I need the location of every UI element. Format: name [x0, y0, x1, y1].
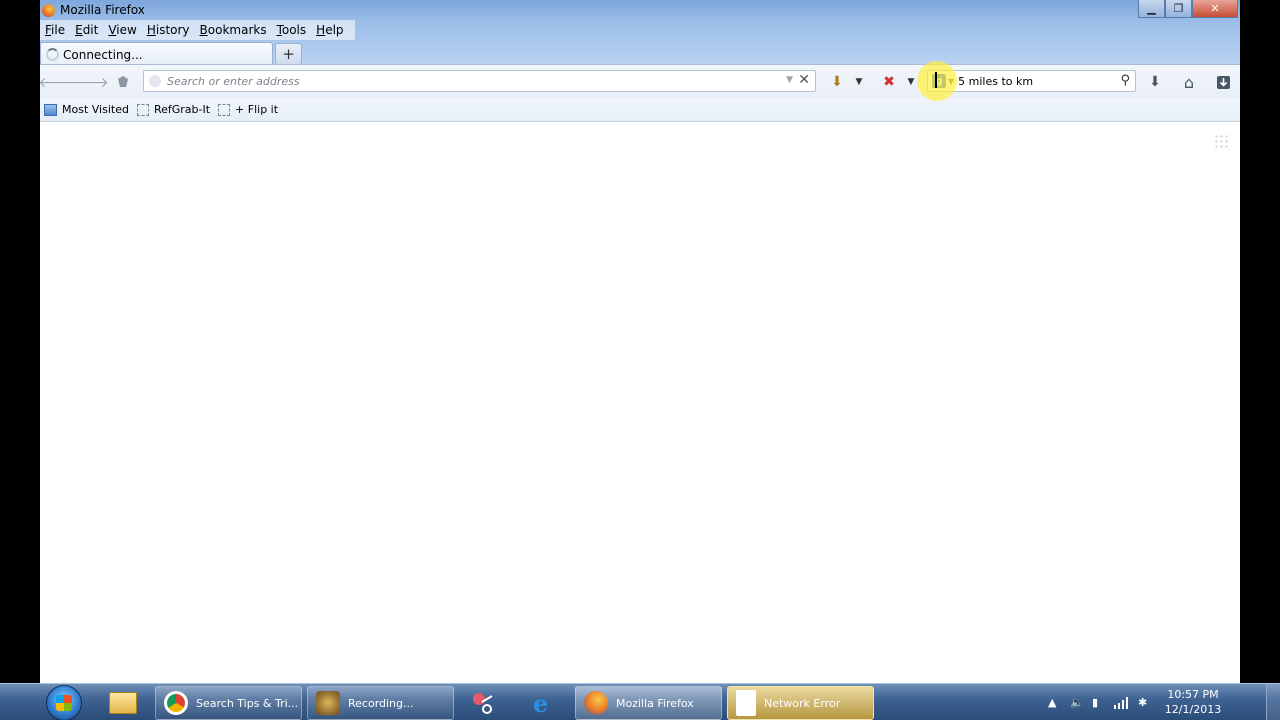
- bookmark-folder-icon: [136, 103, 149, 116]
- history-dropdown-icon[interactable]: ▼: [786, 75, 793, 85]
- firefox-logo-icon: [42, 4, 55, 17]
- menu-help[interactable]: Help: [311, 20, 348, 40]
- new-tab-grid-icon[interactable]: [1214, 134, 1228, 148]
- minimize-button[interactable]: ▁: [1138, 0, 1165, 18]
- cursor-highlight: [917, 61, 957, 101]
- forward-arrow-icon[interactable]: 🡒: [71, 72, 109, 92]
- download-helper-icon[interactable]: ⬇: [826, 72, 848, 92]
- close-button[interactable]: ✕: [1192, 0, 1238, 18]
- taskbar: Search Tips & Tri... Recording... e Mozi…: [0, 683, 1280, 720]
- menu-view[interactable]: View: [103, 20, 141, 40]
- bookmark-most-visited[interactable]: Most Visited: [44, 103, 129, 116]
- tab-label: Connecting...: [63, 47, 143, 62]
- title-bar[interactable]: Mozilla Firefox ▁ ❐ ✕ File Edit View His…: [40, 0, 1240, 66]
- scissors-icon: [473, 693, 493, 714]
- loading-spinner-icon: [46, 48, 59, 61]
- identity-icon[interactable]: [112, 72, 134, 92]
- show-hidden-icons[interactable]: ▲: [1048, 684, 1056, 720]
- download-helper-dropdown-icon[interactable]: ▼: [848, 72, 870, 92]
- internet-explorer-pin[interactable]: e: [522, 687, 562, 719]
- menu-history[interactable]: History: [142, 20, 195, 40]
- task-label: Recording...: [348, 696, 414, 710]
- menu-edit[interactable]: Edit: [70, 20, 103, 40]
- task-firefox[interactable]: Mozilla Firefox: [575, 686, 722, 720]
- tab-strip: Connecting... +: [40, 42, 302, 66]
- task-label: Network Error: [764, 696, 841, 710]
- bookmark-flip-it[interactable]: + Flip it: [218, 103, 278, 116]
- url-input[interactable]: [167, 74, 767, 88]
- task-label: Search Tips & Tri...: [196, 696, 299, 710]
- site-identity-icon: [149, 75, 161, 87]
- folder-icon: [109, 692, 137, 714]
- desktop: Mozilla Firefox ▁ ❐ ✕ File Edit View His…: [0, 0, 1280, 720]
- search-bar[interactable]: g ▼ ⚲: [927, 70, 1136, 92]
- task-chrome[interactable]: Search Tips & Tri...: [155, 686, 302, 720]
- downloads-box-icon[interactable]: [1212, 72, 1234, 92]
- power-icon[interactable]: ▮: [1092, 684, 1098, 720]
- menu-bookmarks[interactable]: Bookmarks: [195, 20, 272, 40]
- clock-time: 10:57 PM: [1167, 688, 1219, 701]
- address-bar[interactable]: ▼ ✕: [143, 70, 816, 92]
- task-recording[interactable]: Recording...: [307, 686, 454, 720]
- windows-logo-icon: [56, 695, 72, 711]
- firefox-window: Mozilla Firefox ▁ ❐ ✕ File Edit View His…: [40, 0, 1240, 683]
- tab-connecting[interactable]: Connecting...: [40, 42, 273, 66]
- document-icon: [736, 690, 756, 716]
- navigation-toolbar: 🡐 🡒 ▼ ✕ ⬇ ▼ ✖ ▼ g ▼ ⚲ ⬇ ⌂: [40, 64, 1240, 98]
- search-magnifier-icon[interactable]: ⚲: [1120, 73, 1130, 88]
- volume-icon[interactable]: 🔈: [1070, 684, 1084, 720]
- dropbox-icon[interactable]: ✱: [1138, 684, 1147, 720]
- explorer-pin[interactable]: [103, 687, 143, 719]
- svg-text:e: e: [533, 690, 548, 716]
- bookmark-folder-icon: [218, 103, 231, 116]
- search-input[interactable]: [958, 74, 1109, 88]
- chrome-icon: [164, 691, 188, 715]
- bookmark-label: RefGrab-It: [153, 103, 211, 116]
- task-label: Mozilla Firefox: [616, 696, 694, 710]
- bookmarks-toolbar: Most Visited RefGrab-It + Flip it: [40, 98, 1240, 122]
- home-icon[interactable]: ⌂: [1178, 72, 1200, 92]
- text-cursor-icon: [935, 72, 937, 88]
- clock-date: 12/1/2013: [1164, 703, 1222, 716]
- bookmark-refgrab-it[interactable]: RefGrab-It: [136, 103, 211, 116]
- recording-icon: [316, 691, 340, 715]
- page-content[interactable]: [40, 122, 1240, 683]
- firefox-icon: [584, 691, 608, 715]
- window-controls: ▁ ❐ ✕: [1138, 0, 1238, 18]
- addon-disabled-icon[interactable]: ✖: [878, 72, 900, 92]
- task-network-error[interactable]: Network Error: [727, 686, 874, 720]
- bookmark-label: + Flip it: [235, 103, 279, 116]
- menu-file[interactable]: File: [40, 20, 70, 40]
- bookmark-label: Most Visited: [62, 103, 129, 116]
- downloads-arrow-icon[interactable]: ⬇: [1144, 72, 1166, 92]
- most-visited-icon: [44, 103, 57, 116]
- maximize-button[interactable]: ❐: [1165, 0, 1192, 18]
- network-icon[interactable]: [1114, 684, 1128, 720]
- snipping-tool-pin[interactable]: [463, 687, 503, 719]
- window-title: Mozilla Firefox: [60, 3, 145, 17]
- internet-explorer-icon: e: [533, 690, 548, 716]
- new-tab-button[interactable]: +: [275, 43, 302, 65]
- menu-bar: File Edit View History Bookmarks Tools H…: [40, 20, 355, 40]
- system-clock[interactable]: 10:57 PM 12/1/2013: [1158, 687, 1228, 717]
- menu-tools[interactable]: Tools: [272, 20, 312, 40]
- stop-load-icon[interactable]: ✕: [798, 72, 810, 88]
- back-arrow-icon[interactable]: 🡐: [40, 72, 76, 92]
- show-desktop-button[interactable]: [1266, 684, 1280, 720]
